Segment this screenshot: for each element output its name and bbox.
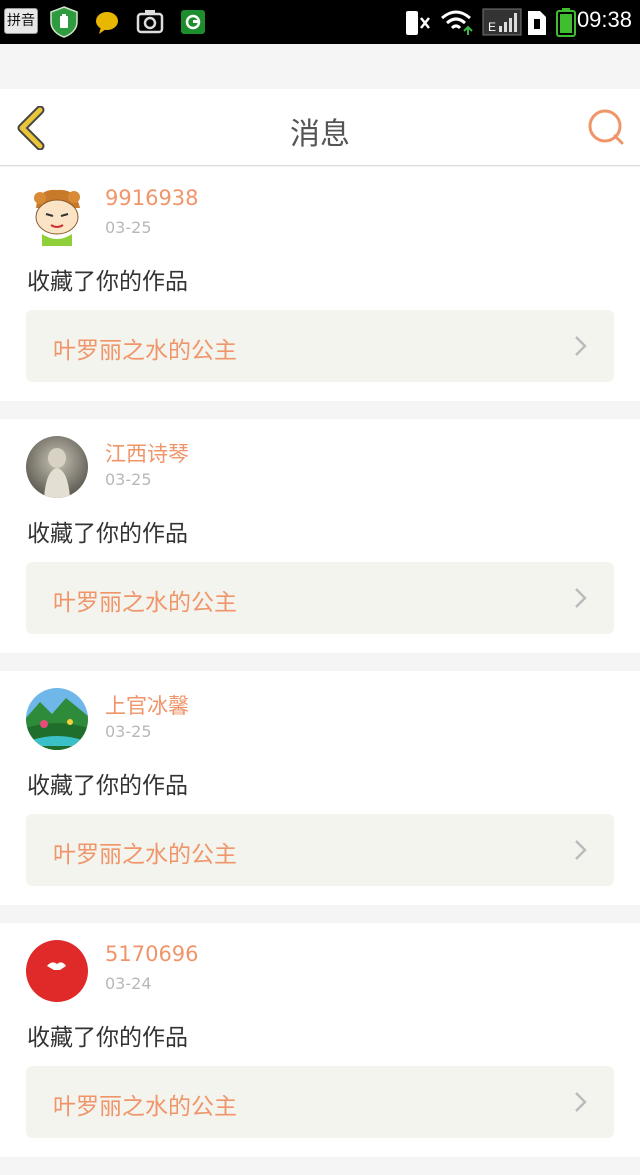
- work-link[interactable]: 叶罗丽之水的公主: [26, 814, 614, 886]
- username[interactable]: 9916938: [105, 186, 199, 210]
- work-title: 叶罗丽之水的公主: [53, 590, 237, 616]
- action-text: 收藏了你的作品: [27, 773, 188, 799]
- message-card: 上官冰馨 03-25 收藏了你的作品 叶罗丽之水的公主: [0, 671, 640, 905]
- landscape-avatar[interactable]: [26, 688, 88, 750]
- work-link[interactable]: 叶罗丽之水的公主: [26, 310, 614, 382]
- message-date: 03-25: [105, 722, 152, 741]
- status-bar: 拼音 E 09:38: [0, 0, 640, 44]
- svg-text:E: E: [488, 20, 496, 34]
- shield-icon: [50, 6, 78, 38]
- action-text: 收藏了你的作品: [27, 1025, 188, 1051]
- photo-avatar[interactable]: [26, 436, 88, 498]
- sim-icon: [528, 11, 546, 35]
- chevron-right-icon: [575, 1092, 587, 1112]
- username[interactable]: 上官冰馨: [105, 690, 189, 720]
- ime-icon: 拼音: [4, 8, 38, 34]
- work-title: 叶罗丽之水的公主: [53, 842, 237, 868]
- chevron-right-icon: [575, 336, 587, 356]
- signal-icon: E: [482, 8, 522, 36]
- username[interactable]: 江西诗琴: [105, 438, 189, 468]
- wifi-icon: [441, 10, 473, 35]
- top-spacer: [0, 44, 640, 89]
- battery-icon: [556, 8, 576, 37]
- work-title: 叶罗丽之水的公主: [53, 338, 237, 364]
- message-card: 江西诗琴 03-25 收藏了你的作品 叶罗丽之水的公主: [0, 419, 640, 653]
- work-link[interactable]: 叶罗丽之水的公主: [26, 562, 614, 634]
- navigation-bar: 消息: [0, 89, 640, 166]
- clock: 09:38: [576, 7, 632, 32]
- chevron-right-icon: [575, 588, 587, 608]
- message-date: 03-24: [105, 974, 152, 993]
- message-date: 03-25: [105, 470, 152, 489]
- action-text: 收藏了你的作品: [27, 521, 188, 547]
- cartoon-avatar[interactable]: [26, 184, 88, 246]
- username[interactable]: 5170696: [105, 942, 199, 966]
- message-card: 9916938 03-25 收藏了你的作品 叶罗丽之水的公主: [0, 167, 640, 401]
- camera-icon: [136, 10, 164, 34]
- action-text: 收藏了你的作品: [27, 269, 188, 295]
- chevron-right-icon: [575, 840, 587, 860]
- message-date: 03-25: [105, 218, 152, 237]
- work-link[interactable]: 叶罗丽之水的公主: [26, 1066, 614, 1138]
- mute-icon: [406, 11, 430, 35]
- message-list: 9916938 03-25 收藏了你的作品 叶罗丽之水的公主 江西诗琴 03-2…: [0, 167, 640, 1175]
- red-avatar[interactable]: [26, 940, 88, 1002]
- work-title: 叶罗丽之水的公主: [53, 1094, 237, 1120]
- message-card: 5170696 03-24 收藏了你的作品 叶罗丽之水的公主: [0, 923, 640, 1157]
- page-title: 消息: [290, 117, 350, 152]
- chat-bubble-icon: [96, 12, 118, 34]
- app-icon: [181, 10, 205, 34]
- search-icon[interactable]: [586, 107, 626, 147]
